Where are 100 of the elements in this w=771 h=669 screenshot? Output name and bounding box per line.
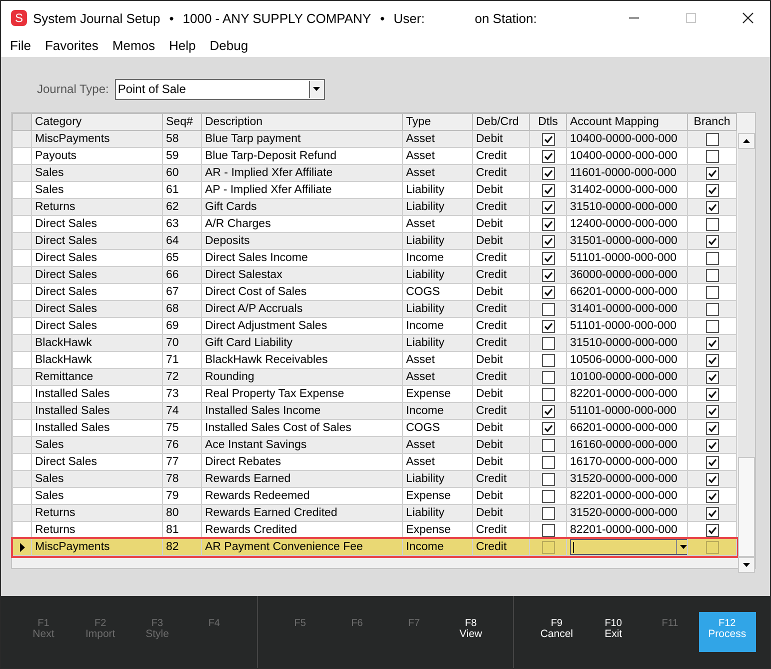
table-cell: COGS xyxy=(402,284,472,300)
checkbox[interactable] xyxy=(542,166,554,180)
table-cell: 16170-0000-000-000 xyxy=(566,454,688,470)
checkbox[interactable] xyxy=(706,252,718,264)
checkbox[interactable] xyxy=(542,506,554,520)
table-cell: 59 xyxy=(162,148,202,164)
checkbox[interactable] xyxy=(542,320,554,332)
checkbox[interactable] xyxy=(542,302,554,316)
table-cell: Direct Adjustment Sales xyxy=(202,318,402,334)
column-header[interactable]: Dtls xyxy=(530,114,566,130)
checkbox[interactable] xyxy=(542,388,554,400)
checkbox[interactable] xyxy=(542,150,554,162)
checkbox[interactable] xyxy=(706,218,718,230)
table-cell: Liability xyxy=(402,300,472,318)
table-cell: Rounding xyxy=(202,368,402,386)
column-header[interactable]: Account Mapping xyxy=(566,114,688,130)
menu-item[interactable]: File xyxy=(10,38,31,52)
checkbox[interactable] xyxy=(706,234,718,248)
table-cell: Credit xyxy=(472,266,530,284)
checkbox[interactable] xyxy=(542,252,554,264)
checkbox[interactable] xyxy=(706,422,718,434)
journal-type-dropdown[interactable]: Point of Sale xyxy=(114,78,325,100)
table-cell: Liability xyxy=(402,232,472,250)
table-cell: BlackHawk xyxy=(32,352,162,368)
table-cell: Direct Salestax xyxy=(202,266,402,284)
function-key-button[interactable]: F8 View xyxy=(442,612,499,652)
checkbox[interactable] xyxy=(706,286,718,298)
checkbox[interactable] xyxy=(542,218,554,230)
checkbox[interactable] xyxy=(706,506,718,520)
table-cell: Payouts xyxy=(32,148,162,164)
table-cell: Debit xyxy=(472,232,530,250)
table-cell: Blue Tarp-Deposit Refund xyxy=(202,148,402,164)
checkbox[interactable] xyxy=(542,490,554,502)
checkbox[interactable] xyxy=(706,354,718,366)
checkbox[interactable] xyxy=(542,200,554,214)
column-header[interactable]: Branch xyxy=(688,114,736,130)
scrollbar-thumb[interactable] xyxy=(738,457,755,557)
table-cell: Rewards Earned Credited xyxy=(202,504,402,522)
table-cell: 82201-0000-000-000 xyxy=(566,488,688,504)
checkbox[interactable] xyxy=(542,132,554,146)
checkbox[interactable] xyxy=(706,132,718,146)
checkbox[interactable] xyxy=(542,472,554,486)
checkbox[interactable] xyxy=(542,354,554,366)
menu-item[interactable]: Debug xyxy=(210,38,248,52)
checkbox[interactable] xyxy=(706,336,718,350)
checkbox[interactable] xyxy=(706,370,718,384)
checkbox[interactable] xyxy=(706,456,718,468)
checkbox[interactable] xyxy=(542,456,554,468)
checkbox[interactable] xyxy=(706,184,718,196)
column-header[interactable]: Description xyxy=(202,114,402,130)
function-key-button[interactable]: F9 Cancel xyxy=(528,612,585,652)
table-cell: Direct Sales xyxy=(32,284,162,300)
account-dropdown[interactable] xyxy=(570,540,686,554)
checkbox[interactable] xyxy=(542,524,554,536)
column-header[interactable]: Deb/Crd xyxy=(472,114,530,130)
table-cell: 66 xyxy=(162,266,202,284)
table-cell: Direct Cost of Sales xyxy=(202,284,402,300)
table-cell: Credit xyxy=(472,148,530,164)
checkbox[interactable] xyxy=(542,184,554,196)
checkbox[interactable] xyxy=(706,268,718,282)
checkbox[interactable] xyxy=(542,336,554,350)
table-cell: Liability xyxy=(402,266,472,284)
column-header[interactable]: Seq# xyxy=(162,114,202,130)
checkbox[interactable] xyxy=(706,200,718,214)
menu-item[interactable]: Favorites xyxy=(44,38,98,52)
checkbox[interactable] xyxy=(706,524,718,536)
checkbox[interactable] xyxy=(706,438,718,452)
table-cell: 58 xyxy=(162,130,202,148)
table-cell: Asset xyxy=(402,352,472,368)
checkbox[interactable] xyxy=(542,438,554,452)
checkbox[interactable] xyxy=(542,422,554,434)
column-header[interactable]: Type xyxy=(402,114,472,130)
checkbox[interactable] xyxy=(542,404,554,418)
menu-item[interactable]: Memos xyxy=(112,38,156,52)
table-cell: Expense xyxy=(402,488,472,504)
table-cell: 11601-0000-000-000 xyxy=(566,164,688,182)
checkbox[interactable] xyxy=(706,320,718,332)
checkbox[interactable] xyxy=(542,234,554,248)
maximize-icon xyxy=(684,12,696,24)
menu-item[interactable]: Help xyxy=(169,38,196,52)
checkbox[interactable] xyxy=(542,370,554,384)
column-header[interactable]: Category xyxy=(32,114,162,130)
function-key-button[interactable]: F10 Exit xyxy=(585,612,642,652)
checkbox[interactable] xyxy=(706,388,718,400)
vertical-scrollbar[interactable] xyxy=(738,133,755,573)
checkbox[interactable] xyxy=(706,150,718,162)
checkbox[interactable] xyxy=(542,286,554,298)
checkbox[interactable] xyxy=(706,540,718,554)
checkbox[interactable] xyxy=(706,490,718,502)
checkbox[interactable] xyxy=(542,268,554,282)
checkbox[interactable] xyxy=(706,302,718,316)
checkbox[interactable] xyxy=(706,404,718,418)
checkbox[interactable] xyxy=(542,540,554,554)
table-cell: 82201-0000-000-000 xyxy=(566,386,688,402)
table-cell: 67 xyxy=(162,284,202,300)
table-cell: Direct Sales xyxy=(32,232,162,250)
checkbox[interactable] xyxy=(706,472,718,486)
table-cell: Credit xyxy=(472,250,530,266)
table-cell: Debit xyxy=(472,284,530,300)
checkbox[interactable] xyxy=(706,166,718,180)
